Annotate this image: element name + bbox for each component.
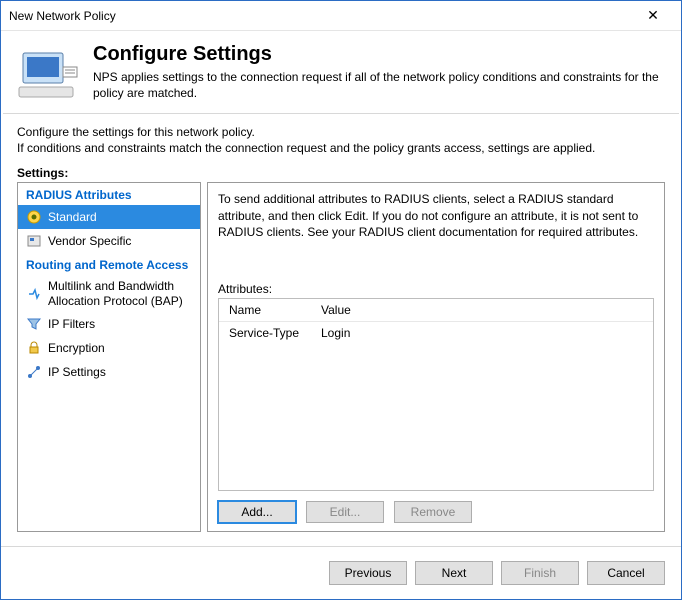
remove-button[interactable]: Remove (394, 501, 472, 523)
finish-button: Finish (501, 561, 579, 585)
vendor-icon (26, 233, 42, 249)
nav-standard[interactable]: Standard (18, 205, 200, 229)
settings-label: Settings: (1, 164, 681, 182)
funnel-icon (26, 316, 42, 332)
wizard-icon (17, 43, 81, 103)
standard-icon (26, 209, 42, 225)
add-button[interactable]: Add... (218, 501, 296, 523)
intro-line2: If conditions and constraints match the … (17, 140, 665, 156)
lock-icon (26, 340, 42, 356)
network-icon (26, 364, 42, 380)
content-description: To send additional attributes to RADIUS … (218, 191, 654, 240)
nav-vendor-label: Vendor Specific (48, 234, 131, 248)
nav-ip-settings[interactable]: IP Settings (18, 360, 200, 384)
attributes-table[interactable]: Name Value Service-Type Login (218, 298, 654, 491)
attributes-label: Attributes: (218, 282, 654, 296)
nav-encryption[interactable]: Encryption (18, 336, 200, 360)
edit-button[interactable]: Edit... (306, 501, 384, 523)
previous-button[interactable]: Previous (329, 561, 407, 585)
col-name[interactable]: Name (219, 299, 311, 321)
window-title: New Network Policy (9, 9, 633, 23)
bap-icon (26, 286, 42, 302)
cancel-button[interactable]: Cancel (587, 561, 665, 585)
group-radius-attributes: RADIUS Attributes (18, 183, 200, 205)
header: Configure Settings NPS applies settings … (1, 31, 681, 113)
intro-line1: Configure the settings for this network … (17, 124, 665, 140)
page-title: Configure Settings (93, 43, 665, 66)
nav-bap[interactable]: Multilink and Bandwidth Allocation Proto… (18, 275, 200, 312)
content-panel: To send additional attributes to RADIUS … (207, 182, 665, 532)
close-button[interactable]: ✕ (633, 7, 673, 24)
group-routing-remote-access: Routing and Remote Access (18, 253, 200, 275)
cell-value: Login (311, 322, 653, 344)
nav-ipfilters-label: IP Filters (48, 317, 95, 331)
nav-vendor-specific[interactable]: Vendor Specific (18, 229, 200, 253)
nav-encryption-label: Encryption (48, 341, 105, 355)
nav-ipsettings-label: IP Settings (48, 365, 106, 379)
table-header: Name Value (219, 299, 653, 322)
window: New Network Policy ✕ Configure Settings … (0, 0, 682, 600)
titlebar: New Network Policy ✕ (1, 1, 681, 31)
nav-bap-label: Multilink and Bandwidth Allocation Proto… (48, 279, 192, 308)
table-row[interactable]: Service-Type Login (219, 322, 653, 344)
nav-standard-label: Standard (48, 210, 97, 224)
intro-text: Configure the settings for this network … (1, 114, 681, 164)
col-value[interactable]: Value (311, 299, 653, 321)
wizard-footer: Previous Next Finish Cancel (1, 546, 681, 599)
page-subtitle: NPS applies settings to the connection r… (93, 70, 665, 101)
nav-ip-filters[interactable]: IP Filters (18, 312, 200, 336)
settings-tree: RADIUS Attributes Standard Vendor Specif… (17, 182, 201, 532)
next-button[interactable]: Next (415, 561, 493, 585)
cell-name: Service-Type (219, 322, 311, 344)
